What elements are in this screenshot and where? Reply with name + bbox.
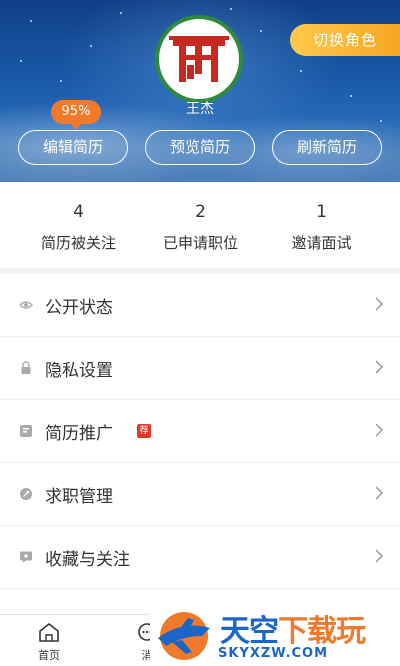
star-decoration xyxy=(60,80,62,82)
chevron-right-icon xyxy=(375,549,384,563)
chevron-right-icon xyxy=(375,360,384,374)
stat-label: 邀请面试 xyxy=(291,234,352,252)
menu-item-label: 收藏与关注 xyxy=(45,550,130,570)
promote-icon xyxy=(20,425,32,437)
refresh-resume-button[interactable]: 刷新简历 xyxy=(272,130,382,165)
stat-label: 简历被关注 xyxy=(40,234,116,252)
menu-item-privacy[interactable]: 隐私设置 xyxy=(0,337,400,400)
watermark-title-part1: 天空 xyxy=(220,614,279,649)
stat-value: 1 xyxy=(316,202,327,222)
star-decoration xyxy=(90,45,92,47)
watermark-title: 天空下载玩 xyxy=(220,606,366,650)
chevron-right-icon xyxy=(375,486,384,500)
stat-resume-followed[interactable]: 4 简历被关注 xyxy=(12,182,145,268)
menu-item-resume-promotion[interactable]: 简历推广 荐 xyxy=(0,400,400,463)
lock-icon xyxy=(21,361,31,374)
profile-header: 切换角色 王杰 95% 编辑简历 预览简历 刷新简历 xyxy=(0,0,400,182)
menu-item-favorites[interactable]: 收藏与关注 xyxy=(0,526,400,589)
home-icon xyxy=(39,623,59,642)
avatar[interactable] xyxy=(155,15,243,103)
watermark-subtitle: SKYXZW.COM xyxy=(218,646,329,661)
nav-home[interactable]: 首页 xyxy=(19,615,79,666)
stat-value: 2 xyxy=(195,202,206,222)
star-decoration xyxy=(350,95,352,97)
site-watermark: 天空下载玩 SKYXZW.COM xyxy=(150,604,400,666)
star-decoration xyxy=(230,8,232,10)
favorite-icon xyxy=(20,551,32,563)
edit-resume-button[interactable]: 编辑简历 xyxy=(18,130,128,165)
watermark-title-part2: 下载玩 xyxy=(278,614,366,649)
switch-role-button[interactable]: 切换角色 xyxy=(290,24,400,56)
nav-home-label: 首页 xyxy=(38,649,60,662)
stats-bar: 4 简历被关注 2 已申请职位 1 邀请面试 xyxy=(0,182,400,268)
completion-badge: 95% xyxy=(51,100,101,130)
stat-value: 4 xyxy=(73,202,84,222)
star-decoration xyxy=(20,60,22,62)
settings-menu: 公开状态 隐私设置 简历推广 荐 求职管理 收藏与关注 xyxy=(0,274,400,614)
stat-label: 已申请职位 xyxy=(162,234,238,252)
preview-resume-button[interactable]: 预览简历 xyxy=(145,130,255,165)
menu-item-public-status[interactable]: 公开状态 xyxy=(0,274,400,337)
star-decoration xyxy=(380,120,382,122)
chevron-right-icon xyxy=(375,297,384,311)
menu-item-label: 求职管理 xyxy=(45,487,113,507)
airplane-logo-icon xyxy=(158,612,210,660)
job-manage-icon xyxy=(20,488,32,500)
menu-item-job-management[interactable]: 求职管理 xyxy=(0,463,400,526)
eye-icon xyxy=(19,301,33,309)
star-decoration xyxy=(300,70,302,72)
menu-item-label: 公开状态 xyxy=(45,298,113,318)
stat-interview-invites[interactable]: 1 邀请面试 xyxy=(255,182,388,268)
recommend-badge: 荐 xyxy=(137,424,151,438)
stat-applied-jobs[interactable]: 2 已申请职位 xyxy=(134,182,267,268)
menu-item-label: 简历推广 xyxy=(45,424,113,444)
star-decoration xyxy=(120,12,122,14)
company-logo-icon xyxy=(169,36,229,82)
star-decoration xyxy=(260,30,262,32)
chevron-right-icon xyxy=(375,423,384,437)
star-decoration xyxy=(30,20,32,22)
menu-item-label: 隐私设置 xyxy=(45,361,113,381)
